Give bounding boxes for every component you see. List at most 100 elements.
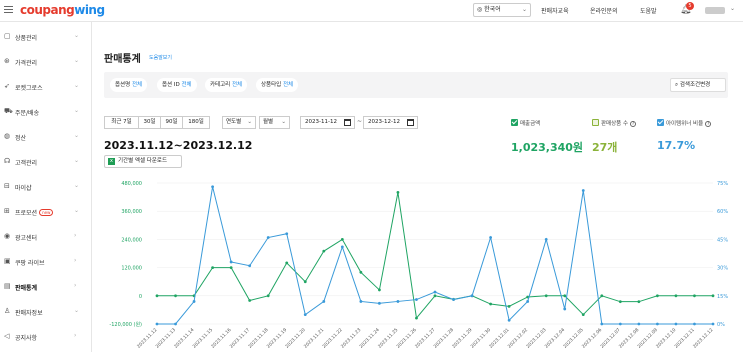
- date-value: 2023-12-12: [368, 119, 400, 125]
- live-icon: ▣: [4, 257, 11, 265]
- filter-product-type[interactable]: 상품타입 전체: [256, 78, 299, 92]
- sidebar-item-orders[interactable]: ⛟ 주문/배송 ⌄: [0, 99, 92, 124]
- filter-category[interactable]: 카테고리 전체: [205, 78, 248, 92]
- period-30days-button[interactable]: 30일: [138, 116, 161, 129]
- right-axis-tick-label: 60%: [717, 209, 728, 215]
- period-90days-button[interactable]: 90일: [160, 116, 183, 129]
- data-point: [229, 260, 233, 264]
- metric-winner-toggle[interactable]: 아이템위너 비율?: [657, 119, 712, 127]
- data-point: [600, 294, 604, 298]
- filter-label: 옵션 ID: [162, 82, 180, 88]
- sidebar: ▢ 상품관리 ⌄ ⊛ 가격관리 ⌄ ➶ 로켓그로스 ⌄ ⛟ 주문/배송 ⌄ ◍ 정산 ⌄ ☊ 고객관리…: [0, 22, 92, 352]
- data-point: [600, 322, 604, 326]
- chevron-down-icon: ⌄: [74, 82, 80, 89]
- data-point: [229, 266, 233, 269]
- question-icon[interactable]: ?: [630, 121, 637, 127]
- data-point: [396, 191, 400, 194]
- data-point: [211, 185, 214, 189]
- metric-products-toggle[interactable]: 판매상품 수?: [592, 119, 637, 127]
- data-point: [359, 270, 363, 274]
- sidebar-item-seller-info[interactable]: ♙ 판매자정보 ⌄: [0, 299, 92, 324]
- sidebar-item-rocket-growth[interactable]: ➶ 로켓그로스 ⌄: [0, 74, 92, 99]
- data-point: [303, 280, 307, 284]
- filter-label: 옵션명: [115, 82, 131, 88]
- left-axis-tick-label: 0: [139, 294, 142, 300]
- logo[interactable]: coupangwing: [20, 3, 105, 17]
- help-guide-link[interactable]: 도움말보기: [149, 54, 172, 61]
- language-select[interactable]: ◎ 한국어 ⌄: [473, 3, 531, 17]
- period-180days-button[interactable]: 180일: [182, 116, 210, 129]
- sidebar-item-label: 프로모션 new: [15, 208, 54, 217]
- left-axis-tick-label: 480,000: [121, 181, 142, 187]
- metric-label: 아이템위너 비율: [666, 121, 704, 127]
- filter-option-name[interactable]: 옵션명 전체: [110, 78, 148, 92]
- sidebar-item-label: 로켓그로스: [15, 85, 43, 92]
- promotion-label: 프로모션: [15, 210, 38, 217]
- data-point: [285, 261, 289, 265]
- data-point: [192, 300, 196, 303]
- seller-education-link[interactable]: 판매자교육: [541, 6, 569, 15]
- data-point: [563, 294, 567, 298]
- data-point: [507, 304, 511, 308]
- data-point: [174, 322, 177, 326]
- sidebar-item-label: 고객관리: [15, 160, 38, 167]
- sidebar-item-label: 공지사항: [15, 335, 38, 342]
- sales-chart: 480,000 360,000 240,000 120,000 0 -120,000 (원…: [109, 181, 728, 350]
- chevron-down-icon: ⌄: [74, 207, 80, 214]
- ad-icon: ◉: [4, 232, 11, 240]
- sidebar-item-settlement[interactable]: ◍ 정산 ⌄: [0, 124, 92, 149]
- user-account[interactable]: [705, 7, 725, 14]
- chevron-down-icon: ⌄: [74, 182, 80, 189]
- calendar-icon: [407, 119, 414, 126]
- menu-icon[interactable]: [4, 6, 13, 13]
- data-point: [378, 288, 381, 292]
- data-point: [433, 290, 437, 294]
- data-point: [322, 300, 326, 303]
- right-axis-tick-label: 45%: [717, 237, 728, 243]
- sidebar-item-sales-stats[interactable]: ▤ 판매통계 ›: [0, 274, 92, 299]
- sidebar-item-myshop[interactable]: ⊟ 마이샵 ⌄: [0, 174, 92, 199]
- yearly-select[interactable]: 연도별 ⌄: [222, 116, 256, 129]
- right-axis-tick-label: 30%: [717, 266, 728, 272]
- end-date-input[interactable]: 2023-12-12: [363, 116, 418, 129]
- metric-label: 판매상품 수: [601, 121, 629, 127]
- chevron-down-icon[interactable]: ⌄: [730, 5, 735, 12]
- data-point: [711, 322, 715, 326]
- sidebar-item-live[interactable]: ▣ 쿠팡 라이브 ›: [0, 249, 92, 274]
- right-axis-tick-label: 15%: [717, 294, 728, 300]
- start-date-input[interactable]: 2023-11-12: [300, 116, 355, 129]
- sidebar-item-notice[interactable]: ◁ 공지사항 ›: [0, 324, 92, 349]
- metric-sales-toggle[interactable]: 매출금액: [511, 119, 540, 127]
- data-point: [248, 264, 252, 268]
- new-badge: new: [39, 209, 54, 216]
- data-point: [415, 316, 418, 320]
- filter-label: 카테고리: [210, 82, 231, 88]
- data-point: [581, 189, 585, 192]
- notification-badge: 5: [686, 2, 694, 10]
- data-point: [674, 322, 678, 326]
- sidebar-item-label: 상품관리: [15, 35, 38, 42]
- data-point: [489, 236, 492, 239]
- online-inquiry-link[interactable]: 온라인문의: [590, 6, 618, 15]
- help-link[interactable]: 도움말: [640, 6, 657, 15]
- period-7days-button[interactable]: 최근 7일: [104, 116, 139, 129]
- chevron-right-icon: ›: [74, 282, 77, 289]
- data-point: [433, 294, 437, 298]
- sidebar-item-price[interactable]: ⊛ 가격관리 ⌄: [0, 49, 92, 74]
- rocket-icon: ➶: [4, 82, 10, 90]
- chevron-down-icon: ⌄: [281, 119, 286, 125]
- date-range-title: 2023.11.12~2023.12.12: [104, 139, 253, 152]
- question-icon[interactable]: ?: [705, 121, 712, 127]
- filter-option-id[interactable]: 옵션 ID 전체: [157, 78, 197, 92]
- change-search-conditions-button[interactable]: ⌕ 검색조건변경: [670, 78, 726, 92]
- sidebar-item-product[interactable]: ▢ 상품관리 ⌄: [0, 24, 92, 49]
- data-point: [359, 300, 363, 303]
- truck-icon: ⛟: [4, 107, 13, 115]
- monthly-select[interactable]: 월별 ⌄: [259, 116, 290, 129]
- sidebar-item-promotion[interactable]: ⊞ 프로모션 new ⌄: [0, 199, 92, 224]
- logo-sub: wing: [74, 3, 105, 17]
- sidebar-item-customer[interactable]: ☊ 고객관리 ⌄: [0, 149, 92, 174]
- page-title: 판매통계: [104, 54, 141, 65]
- excel-download-button[interactable]: x 기간별 엑셀 다운로드: [104, 155, 182, 168]
- sidebar-item-ad-center[interactable]: ◉ 광고센터 ›: [0, 224, 92, 249]
